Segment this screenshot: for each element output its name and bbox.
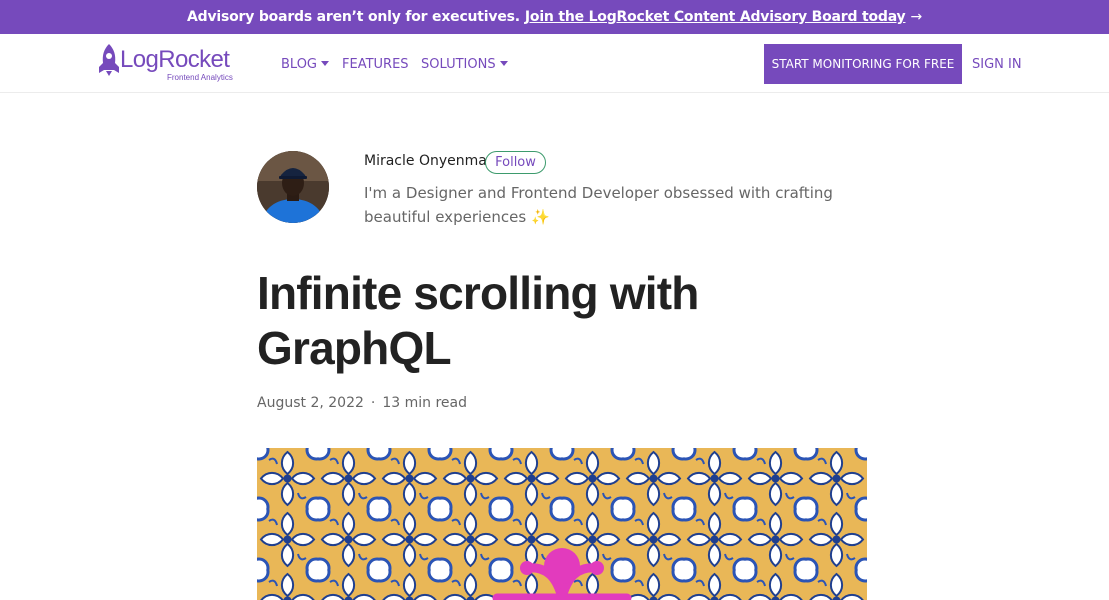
author-bio: I'm a Designer and Frontend Developer ob… (364, 184, 833, 226)
banner-link[interactable]: Join the LogRocket Content Advisory Boar… (525, 9, 906, 25)
hero-image (257, 448, 867, 600)
nav-item-blog[interactable]: BLOG (281, 57, 330, 72)
top-navigation: LogRocket Frontend Analytics BLOG FEATUR… (0, 34, 1109, 93)
author-name[interactable]: Miracle Onyenma (364, 153, 487, 169)
nav-item-label: BLOG (281, 57, 318, 72)
nav-item-label: FEATURES (342, 57, 409, 72)
nav-item-solutions[interactable]: SOLUTIONS (421, 57, 508, 72)
caret-down-icon (499, 61, 508, 66)
start-monitoring-button[interactable]: START MONITORING FOR FREE (764, 44, 962, 84)
meta-separator: · (370, 395, 376, 411)
nav-item-features[interactable]: FEATURES (342, 57, 409, 72)
logo-tagline: Frontend Analytics (167, 73, 233, 82)
arrow-right-icon: → (910, 9, 922, 25)
article-title: Infinite scrolling with GraphQL (257, 267, 699, 374)
logo-name: LogRocket (120, 46, 230, 73)
announcement-banner: Advisory boards aren’t only for executiv… (0, 0, 1109, 34)
logo[interactable]: LogRocket Frontend Analytics (96, 43, 256, 83)
author-section: Miracle Onyenma Follow I'm a Designer an… (257, 151, 867, 231)
caret-down-icon (321, 61, 330, 66)
rocket-icon (99, 44, 119, 76)
avatar-image (257, 151, 329, 223)
read-time: 13 min read (382, 395, 467, 411)
nav-item-label: SOLUTIONS (421, 57, 496, 72)
banner-text: Advisory boards aren’t only for executiv… (187, 9, 520, 25)
article-meta: August 2, 2022 · 13 min read (257, 395, 467, 411)
hero-illustration (257, 448, 867, 600)
follow-button[interactable]: Follow (485, 151, 546, 174)
avatar[interactable] (257, 151, 329, 223)
sign-in-link[interactable]: SIGN IN (972, 57, 1022, 72)
publish-date: August 2, 2022 (257, 395, 364, 411)
